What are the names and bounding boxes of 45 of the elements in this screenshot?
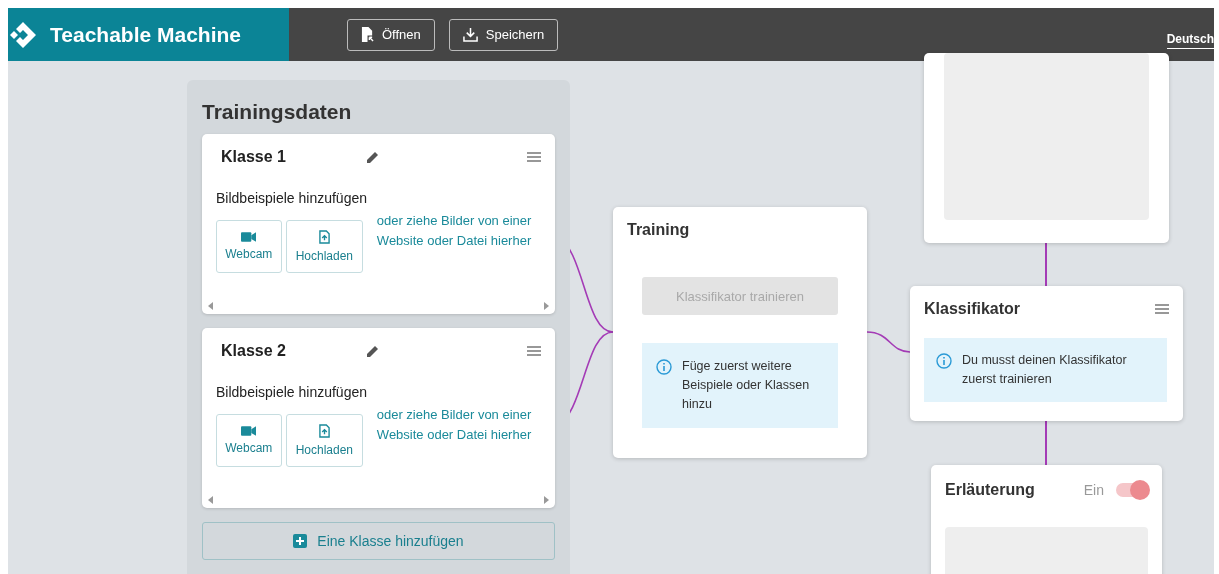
source-button[interactable]: Webcam (216, 220, 282, 273)
upload-file-icon (318, 424, 330, 438)
menu-icon[interactable] (527, 346, 541, 356)
video-camera-icon (241, 232, 257, 242)
pencil-icon[interactable] (366, 344, 380, 358)
class-name: Klasse 2 (221, 342, 287, 360)
file-icon (361, 27, 374, 42)
toggle-label: Ein (1083, 482, 1104, 498)
connector-line (866, 331, 911, 353)
card-title: Erläuterung (945, 481, 1035, 499)
scroll-left-icon[interactable] (208, 496, 213, 504)
language-link[interactable]: Deutsch (1166, 32, 1214, 49)
toolbar-button[interactable]: Öffnen (347, 18, 435, 51)
panel-title: Trainingsdaten (202, 100, 353, 124)
pencil-icon[interactable] (366, 150, 380, 164)
info-icon (656, 359, 672, 375)
logo-icon (8, 19, 38, 50)
scroll-right-icon[interactable] (544, 496, 549, 504)
connector-line (1045, 242, 1047, 287)
toolbar-button[interactable]: Speichern (448, 18, 559, 51)
download-icon (462, 27, 478, 42)
video-camera-icon (241, 426, 257, 436)
plus-icon (293, 534, 308, 548)
source-button[interactable]: Hochladen (285, 220, 364, 273)
connector-line (1045, 420, 1047, 466)
toggle-switch[interactable] (1116, 483, 1148, 497)
scroll-right-icon[interactable] (544, 302, 549, 310)
drop-hint: oder ziehe Bilder von einer Website oder Datei hierher (375, 406, 533, 444)
info-text: Du musst deinen Klassifikator zuerst trainieren (962, 352, 1128, 388)
source-button[interactable]: Webcam (216, 414, 282, 467)
add-class-button[interactable]: Eine Klasse hinzufügen (202, 522, 555, 560)
card-title: Training (627, 221, 691, 239)
info-text: Füge zuerst weitere Beispiele oder Klassen hinzu (682, 358, 811, 413)
info-icon (936, 353, 952, 369)
section-label: Bildbeispiele hinzufügen (216, 384, 368, 400)
menu-icon[interactable] (527, 152, 541, 162)
drop-hint: oder ziehe Bilder von einer Website oder Datei hierher (375, 212, 533, 250)
scroll-left-icon[interactable] (208, 302, 213, 310)
app-title: Teachable Machine (50, 22, 241, 47)
section-label: Bildbeispiele hinzufügen (216, 190, 368, 206)
class-name: Klasse 1 (221, 148, 287, 166)
card-title: Klassifikator (924, 300, 1021, 318)
source-button[interactable]: Hochladen (285, 414, 364, 467)
upload-file-icon (318, 230, 330, 244)
menu-icon[interactable] (1155, 304, 1169, 314)
